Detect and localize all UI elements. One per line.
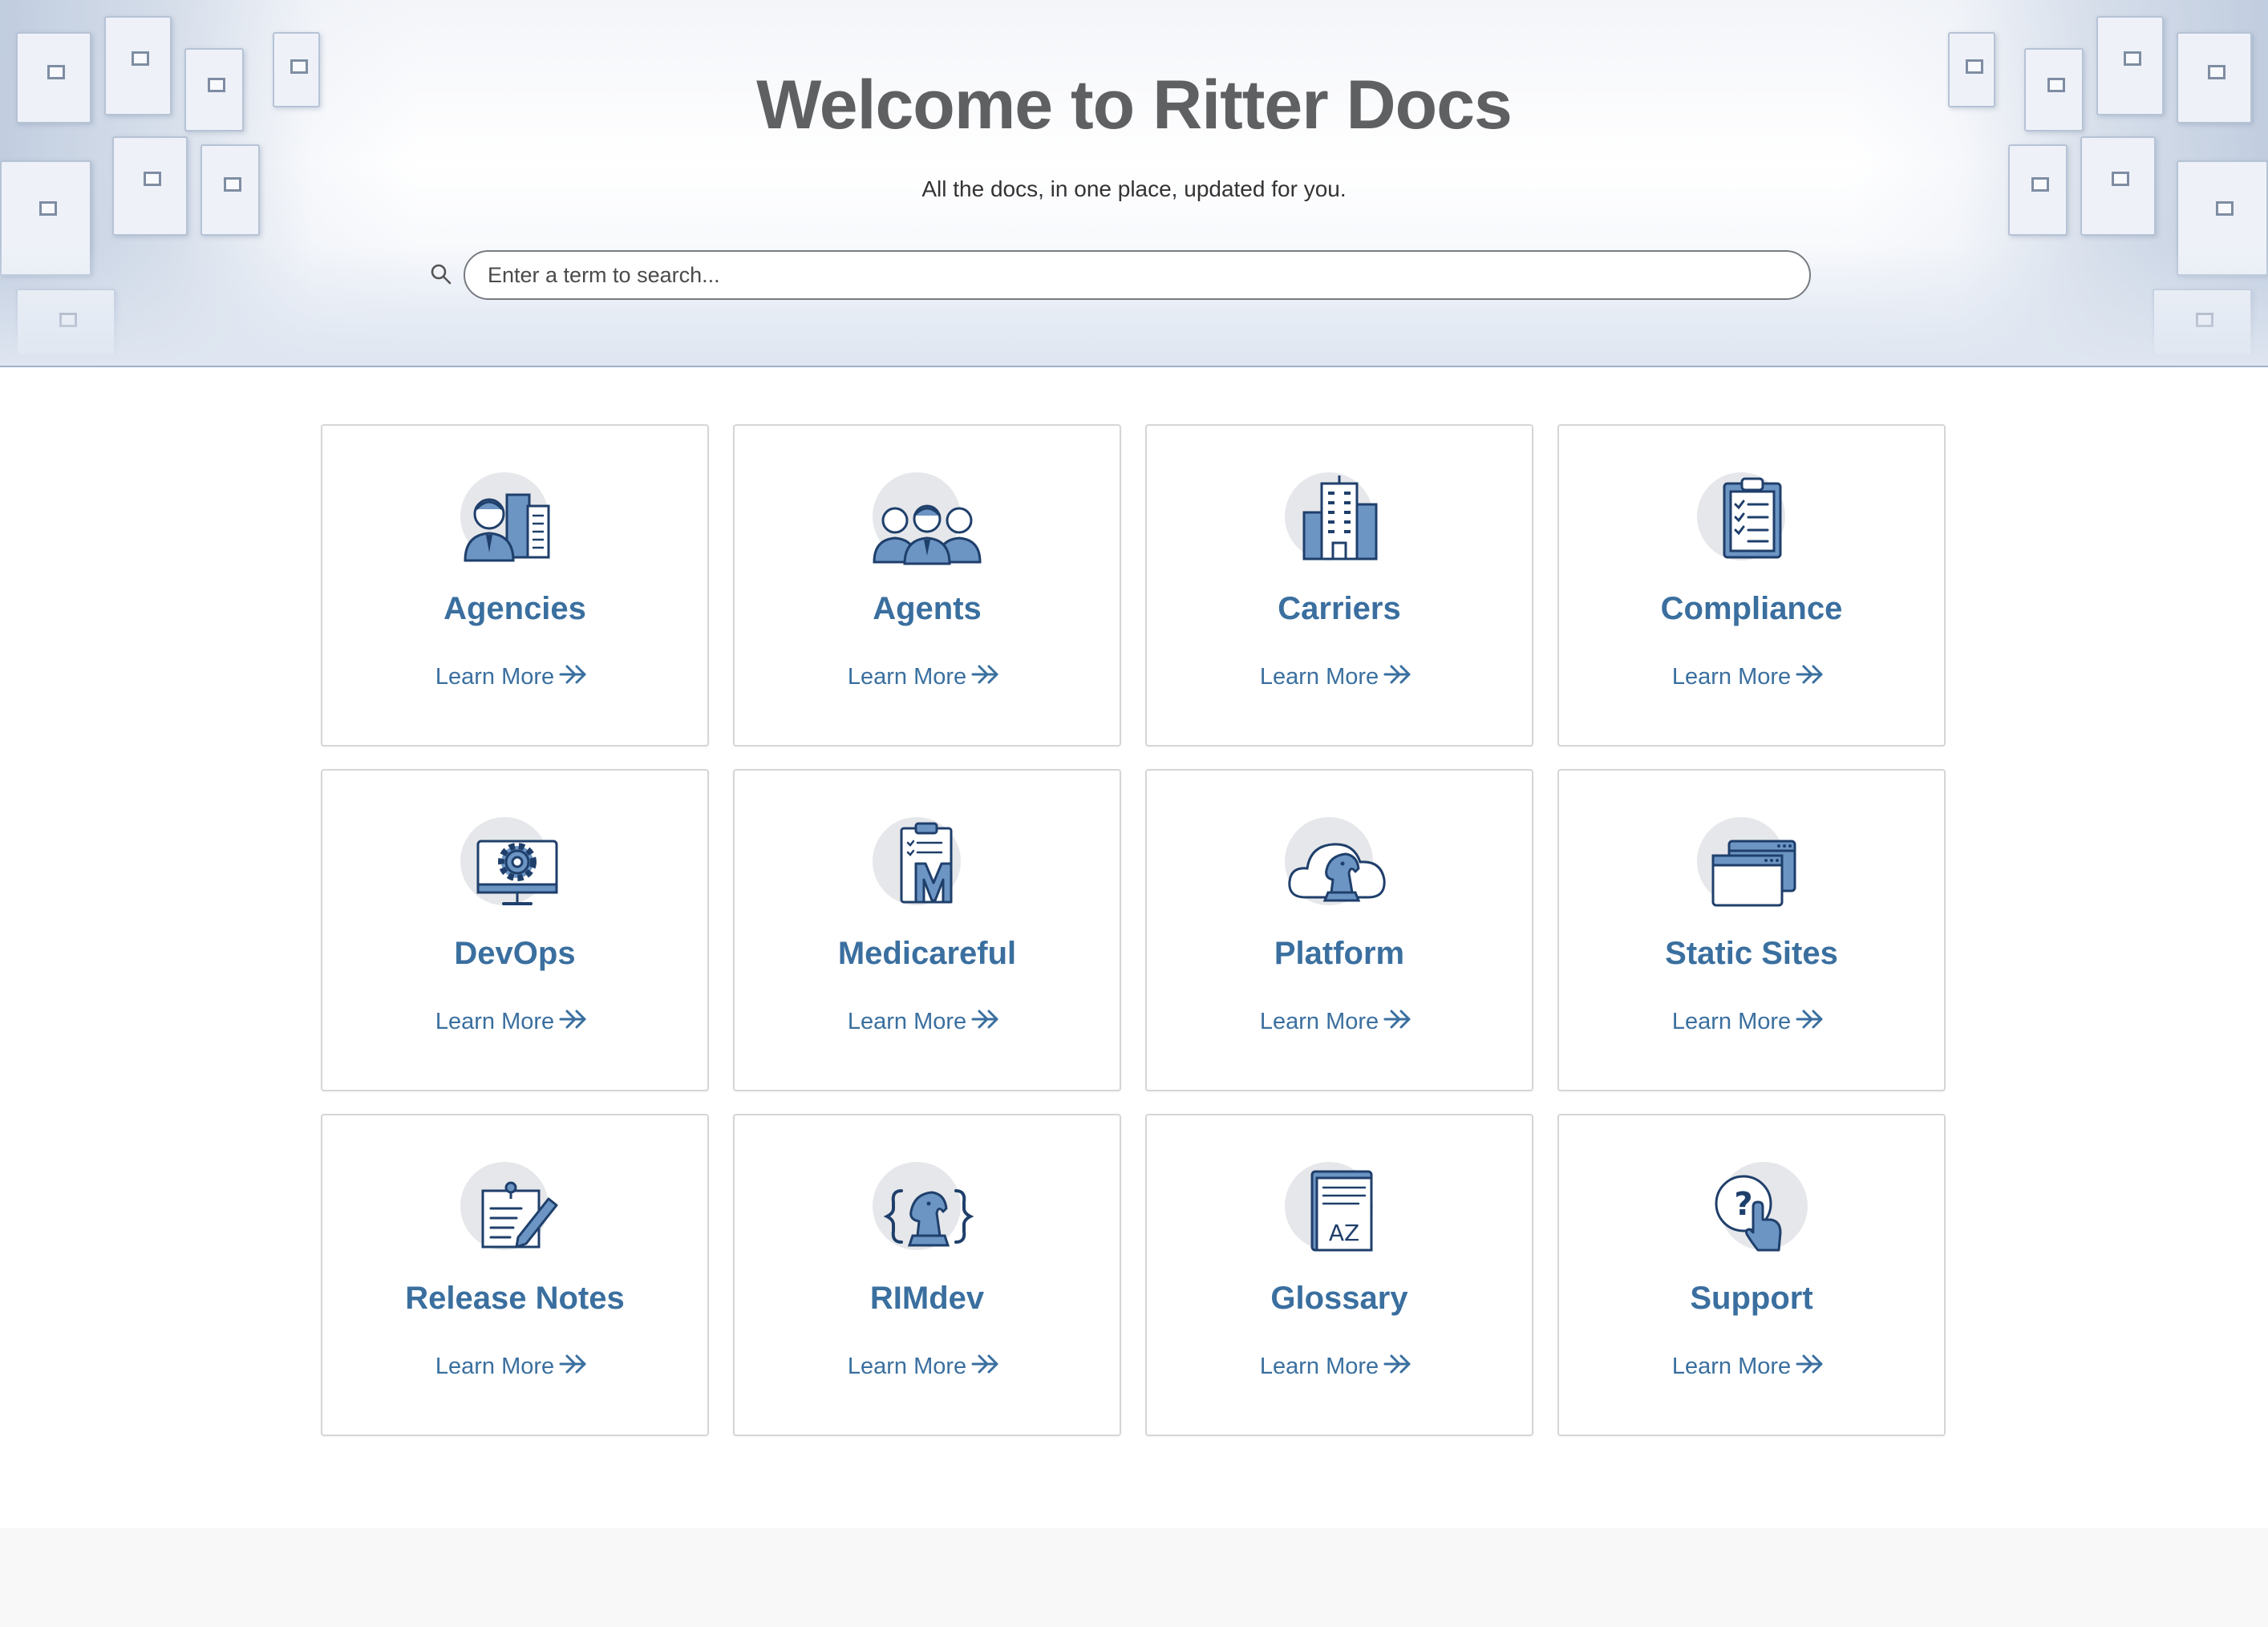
card-compliance[interactable]: Compliance Learn More xyxy=(1557,424,1946,747)
footer xyxy=(0,1528,2268,1627)
double-arrow-right-icon xyxy=(559,665,586,684)
learn-more-link[interactable]: Learn More xyxy=(1147,1008,1532,1035)
card-rimdev[interactable]: RIMdev Learn More xyxy=(733,1114,1121,1436)
double-arrow-right-icon xyxy=(1796,1010,1823,1029)
double-arrow-right-icon xyxy=(971,1354,998,1374)
svg-text:AZ: AZ xyxy=(1329,1220,1359,1246)
card-glossary[interactable]: AZ Glossary Learn More xyxy=(1145,1114,1533,1436)
learn-more-link[interactable]: Learn More xyxy=(1559,1008,1944,1035)
search-input[interactable] xyxy=(464,250,1811,300)
medicareful-icon xyxy=(900,822,953,904)
release-notes-icon xyxy=(481,1181,558,1249)
glossary-icon: AZ xyxy=(1310,1170,1373,1252)
learn-more-link[interactable]: Learn More xyxy=(322,1008,707,1035)
card-title: Medicareful xyxy=(837,936,1017,971)
card-title: Agents xyxy=(873,591,982,626)
card-carriers[interactable]: Carriers Learn More xyxy=(1145,424,1533,747)
card-static-sites[interactable]: Static Sites Learn More xyxy=(1557,769,1946,1091)
carriers-icon xyxy=(1302,476,1378,561)
double-arrow-right-icon xyxy=(1796,1354,1823,1374)
card-title: Static Sites xyxy=(1665,936,1838,971)
platform-icon xyxy=(1288,843,1386,902)
double-arrow-right-icon xyxy=(559,1354,586,1374)
card-title: Carriers xyxy=(1278,591,1401,626)
learn-more-link[interactable]: Learn More xyxy=(735,663,1120,690)
search-icon[interactable] xyxy=(430,263,452,285)
hero-banner: Welcome to Ritter Docs All the docs, in … xyxy=(0,0,2268,367)
card-title: Glossary xyxy=(1270,1281,1408,1316)
card-agents[interactable]: Agents Learn More xyxy=(733,424,1121,747)
learn-more-link[interactable]: Learn More xyxy=(1147,663,1532,690)
card-medicareful[interactable]: Medicareful Learn More xyxy=(733,769,1121,1091)
card-agencies[interactable]: Agencies Learn More xyxy=(321,424,709,747)
double-arrow-right-icon xyxy=(1796,665,1823,684)
learn-more-link[interactable]: Learn More xyxy=(1147,1353,1532,1380)
rimdev-icon xyxy=(883,1189,974,1247)
learn-more-link[interactable]: Learn More xyxy=(1559,663,1944,690)
card-title: Platform xyxy=(1274,936,1405,971)
learn-more-link[interactable]: Learn More xyxy=(735,1353,1120,1380)
double-arrow-right-icon xyxy=(1383,665,1411,684)
agencies-icon xyxy=(464,493,550,562)
learn-more-link[interactable]: Learn More xyxy=(322,1353,707,1380)
agents-icon xyxy=(873,504,982,565)
card-platform[interactable]: Platform Learn More xyxy=(1145,769,1533,1091)
card-title: Compliance xyxy=(1660,591,1843,626)
double-arrow-right-icon xyxy=(1383,1010,1411,1029)
card-support[interactable]: ? Support Learn More xyxy=(1557,1114,1946,1436)
docs-grid: Agencies Learn More Agents Learn More Ca… xyxy=(321,424,1947,1459)
page-subtitle: All the docs, in one place, updated for … xyxy=(921,176,1347,201)
card-title: DevOps xyxy=(454,936,576,971)
compliance-icon xyxy=(1723,477,1782,559)
learn-more-link[interactable]: Learn More xyxy=(735,1008,1120,1035)
card-title: RIMdev xyxy=(869,1281,985,1316)
page-title: Welcome to Ritter Docs xyxy=(756,67,1513,144)
learn-more-link[interactable]: Learn More xyxy=(1559,1353,1944,1380)
double-arrow-right-icon xyxy=(971,1010,998,1029)
card-release-notes[interactable]: Release Notes Learn More xyxy=(321,1114,709,1436)
double-arrow-right-icon xyxy=(559,1010,586,1029)
card-title: Agencies xyxy=(443,591,586,626)
double-arrow-right-icon xyxy=(971,665,998,684)
double-arrow-right-icon xyxy=(1383,1354,1411,1374)
svg-text:?: ? xyxy=(1734,1186,1752,1223)
static-sites-icon xyxy=(1711,840,1796,907)
card-title: Release Notes xyxy=(405,1281,625,1316)
devops-icon xyxy=(476,840,558,905)
learn-more-link[interactable]: Learn More xyxy=(322,663,707,690)
card-devops[interactable]: DevOps Learn More xyxy=(321,769,709,1091)
support-icon: ? xyxy=(1715,1175,1782,1252)
card-title: Support xyxy=(1690,1281,1813,1316)
